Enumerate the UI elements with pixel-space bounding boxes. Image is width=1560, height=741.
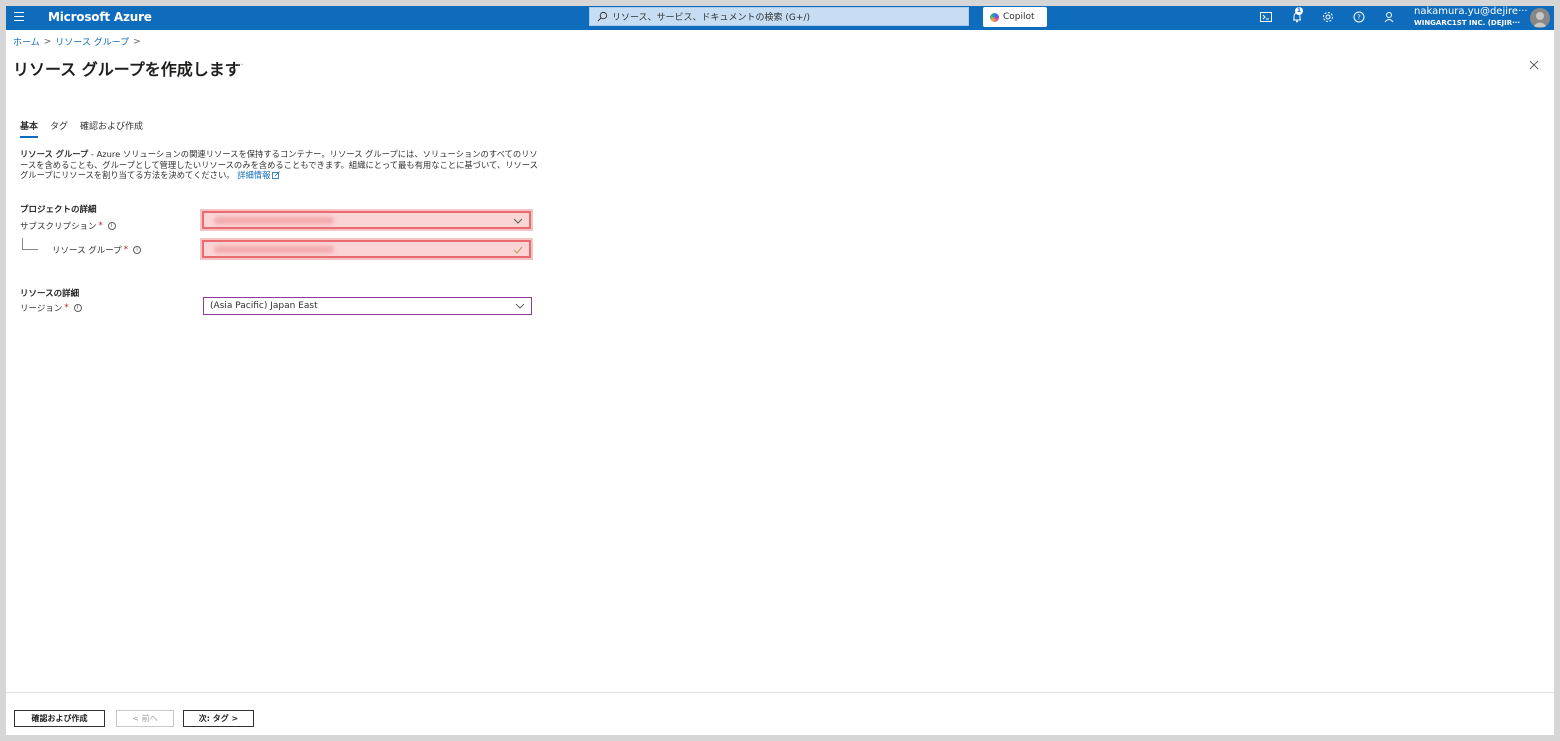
portal-window: Microsoft Azure リソース、サービス、ドキュメントの検索 (G+/… (6, 6, 1554, 735)
cloud-shell-icon[interactable] (1258, 9, 1274, 25)
tab-review-create[interactable]: 確認および作成 (80, 119, 143, 138)
copilot-label: Copilot (1003, 12, 1035, 22)
breadcrumb-separator: > (43, 36, 52, 47)
close-icon[interactable] (1527, 58, 1541, 72)
avatar[interactable] (1530, 8, 1550, 28)
external-link-icon (272, 171, 281, 179)
resource-group-label-text: リソース グループ (52, 246, 122, 256)
region-label-text: リージョン (20, 304, 63, 314)
svg-text:?: ? (1357, 14, 1361, 22)
project-details-heading: プロジェクトの詳細 (20, 205, 97, 215)
breadcrumb-resource-groups[interactable]: リソース グループ (55, 35, 129, 48)
required-mark: * (64, 303, 69, 313)
search-icon (597, 11, 608, 22)
region-label: リージョン * i (20, 302, 82, 314)
chevron-down-icon (515, 303, 525, 309)
review-create-button[interactable]: 確認および作成 (14, 710, 105, 727)
description-text: リソース グループ - Azure ソリューションの関連リソースを保持するコンテ… (20, 149, 540, 181)
next-tags-button[interactable]: 次: タグ > (183, 710, 254, 727)
previous-button[interactable]: < 前へ (116, 710, 174, 727)
checkmark-icon (513, 246, 523, 254)
description-bold: リソース グループ (20, 149, 89, 159)
top-bar: Microsoft Azure リソース、サービス、ドキュメントの検索 (G+/… (6, 6, 1554, 30)
info-icon[interactable]: i (73, 304, 82, 312)
breadcrumb-separator: > (133, 36, 141, 47)
menu-icon[interactable] (14, 9, 28, 25)
resource-details-heading: リソースの詳細 (20, 289, 80, 299)
subscription-value-redacted (214, 216, 334, 224)
required-mark: * (98, 221, 103, 231)
subscription-label-text: サブスクリプション (20, 222, 97, 232)
top-bar-icons: 1 ? (1258, 7, 1413, 25)
chevron-down-icon (513, 218, 523, 224)
region-dropdown[interactable]: (Asia Pacific) Japan East (203, 297, 532, 315)
region-value: (Asia Pacific) Japan East (210, 301, 318, 311)
notifications-icon[interactable]: 1 (1289, 7, 1305, 25)
search-input[interactable]: リソース、サービス、ドキュメントの検索 (G+/) (589, 7, 969, 26)
breadcrumb-home[interactable]: ホーム (13, 35, 40, 48)
account-menu[interactable]: nakamura.yu@dejire··· WINGARC1ST INC. (D… (1414, 6, 1528, 28)
settings-gear-icon[interactable] (1320, 9, 1336, 25)
info-icon[interactable]: i (107, 222, 116, 230)
resource-group-label: リソース グループ * i (52, 244, 142, 256)
required-mark: * (123, 245, 129, 255)
tab-bar: 基本 タグ 確認および作成 (20, 119, 155, 138)
feedback-icon[interactable] (1382, 9, 1398, 25)
resource-group-value-redacted (214, 245, 334, 253)
info-icon[interactable]: i (133, 246, 142, 254)
tab-tags[interactable]: タグ (50, 119, 68, 138)
page-title: リソース グループを作成します (13, 60, 241, 79)
breadcrumb: ホーム > リソース グループ > (13, 35, 145, 49)
subscription-dropdown[interactable] (202, 211, 531, 229)
search-placeholder: リソース、サービス、ドキュメントの検索 (G+/) (612, 13, 810, 23)
help-icon[interactable]: ? (1351, 9, 1367, 25)
copilot-icon (990, 12, 999, 22)
subscription-label: サブスクリプション * i (20, 220, 116, 232)
copilot-button[interactable]: Copilot (983, 7, 1047, 27)
learn-more-link[interactable]: 詳細情報 (237, 170, 281, 180)
account-name: nakamura.yu@dejire··· (1414, 6, 1528, 17)
tab-basics[interactable]: 基本 (20, 119, 39, 138)
resource-group-input[interactable] (202, 240, 531, 258)
account-org: WINGARC1ST INC. (DEJIR··· (1414, 19, 1521, 27)
tree-connector (22, 238, 38, 250)
footer-bar: 確認および作成 < 前へ 次: タグ > (6, 692, 1554, 735)
more-options-button[interactable]: ··· (234, 60, 244, 71)
learn-more-label: 詳細情報 (237, 170, 271, 180)
notification-badge: 1 (1295, 7, 1303, 15)
brand-title[interactable]: Microsoft Azure (48, 10, 152, 24)
